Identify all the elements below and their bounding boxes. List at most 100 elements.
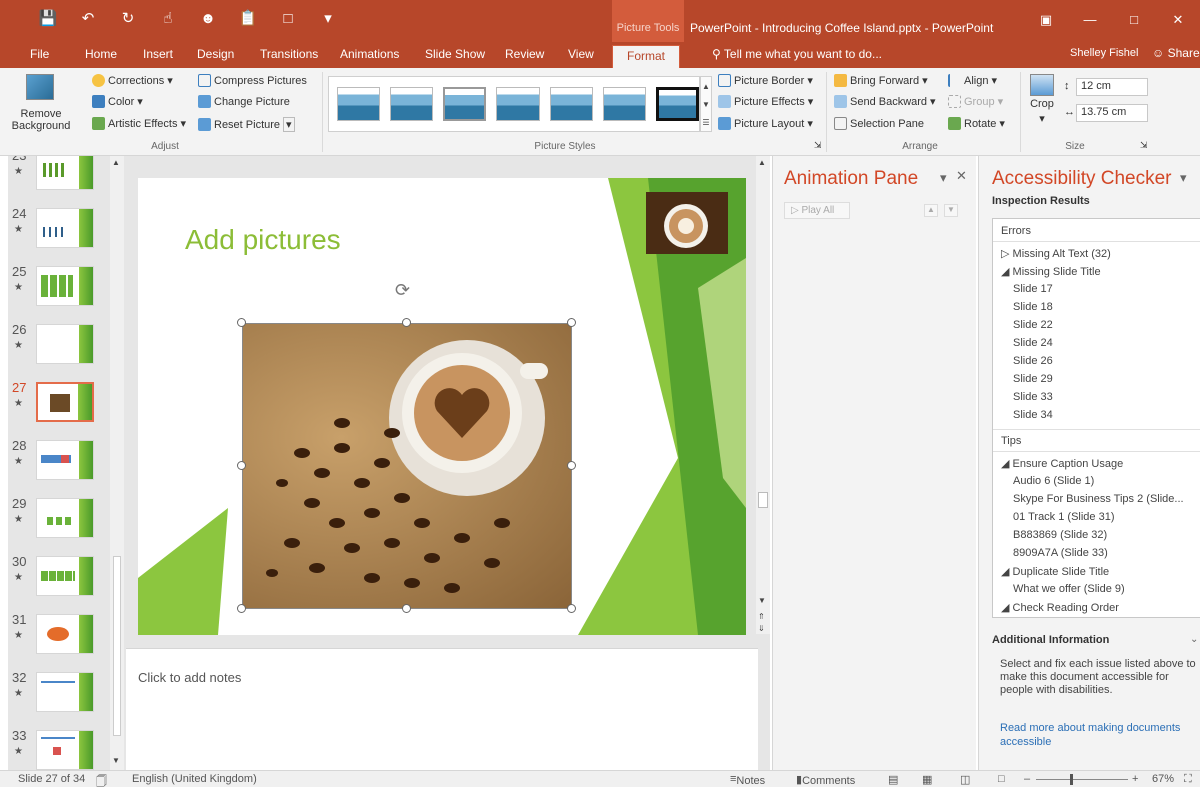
resize-handle-w[interactable] [237, 461, 246, 470]
resize-handle-e[interactable] [567, 461, 576, 470]
zoom-slider[interactable] [1036, 779, 1128, 780]
slide-sorter-icon[interactable]: ▦ [922, 773, 932, 786]
slide-title[interactable]: Add pictures [185, 224, 341, 256]
user-name[interactable]: Shelley Fishel [1070, 47, 1138, 59]
tell-me-box[interactable]: ⚲ Tell me what you want to do... [712, 47, 882, 61]
customize-icon[interactable]: ▾ [308, 6, 348, 30]
slide-thumbnail-29[interactable]: 29 ★ [8, 496, 108, 554]
collapse-icon[interactable]: ◢ [1001, 566, 1009, 578]
resize-handle-n[interactable] [402, 318, 411, 327]
redo-icon[interactable]: ↻ [108, 6, 148, 30]
scroll-up-icon[interactable]: ▲ [112, 158, 120, 167]
previous-slide-icon[interactable]: ⇑ [758, 612, 765, 621]
scroll-down-icon[interactable]: ▼ [112, 756, 120, 765]
duplicate-item[interactable]: What we offer (Slide 9) [1013, 583, 1125, 595]
notes-pane[interactable] [126, 648, 758, 770]
slide-thumbnail-28[interactable]: 28 ★ [8, 438, 108, 496]
normal-view-icon[interactable]: ▤ [888, 773, 898, 786]
share-button[interactable]: ☺ Share [1152, 46, 1200, 60]
compress-pictures-button[interactable]: Compress Pictures [198, 74, 307, 87]
missing-alt-text-item[interactable]: ▷ Missing Alt Text (32) [1001, 247, 1111, 260]
gallery-up-icon[interactable]: ▲ [702, 82, 710, 91]
slide-thumbnail-25[interactable]: 25 ★ [8, 264, 108, 322]
corrections-button[interactable]: Corrections ▾ [92, 74, 173, 87]
resize-handle-se[interactable] [567, 604, 576, 613]
pane-options-icon[interactable]: ▾ [940, 170, 947, 186]
scroll-thumb[interactable] [758, 492, 768, 508]
gallery-scroll[interactable]: ▲ ▼ ☰ [700, 76, 712, 132]
collapse-icon[interactable]: ◢ [1001, 266, 1009, 278]
issue-slide-item[interactable]: Slide 34 [1013, 409, 1053, 421]
picture-style-5[interactable] [549, 87, 593, 121]
issue-slide-item[interactable]: Slide 17 [1013, 283, 1053, 295]
slide-thumbnail-26[interactable]: 26 ★ [8, 322, 108, 380]
picture-styles-launcher-icon[interactable]: ⇲ [814, 140, 822, 151]
duplicate-title-item[interactable]: ◢ Duplicate Slide Title [1001, 565, 1109, 578]
tab-review[interactable]: Review [505, 47, 544, 61]
gallery-more-icon[interactable]: ☰ [702, 118, 709, 127]
tab-slide-show[interactable]: Slide Show [425, 47, 485, 61]
play-all-button[interactable]: ▷ Play All [784, 202, 850, 219]
caption-item[interactable]: Audio 6 (Slide 1) [1013, 475, 1094, 487]
picture-style-7[interactable] [655, 87, 700, 121]
caption-item[interactable]: Skype For Business Tips 2 (Slide... [1013, 493, 1184, 505]
comments-toggle[interactable]: ▮ Comments [796, 773, 855, 787]
slide-thumbnail-23[interactable]: 23 ★ [8, 156, 108, 206]
picture-style-6[interactable] [602, 87, 646, 121]
picture-style-2[interactable] [390, 87, 434, 121]
minimize-icon[interactable]: — [1068, 12, 1112, 28]
close-icon[interactable]: ✕ [1156, 12, 1200, 28]
touch-mode-icon[interactable]: ☝ [148, 6, 188, 30]
undo-icon[interactable]: ↶ [68, 6, 108, 30]
shape-height-input[interactable]: 12 cm [1076, 78, 1148, 96]
issue-slide-item[interactable]: Slide 26 [1013, 355, 1053, 367]
language-indicator[interactable]: English (United Kingdom) [132, 773, 257, 785]
chevron-down-icon[interactable]: ⌄ [1190, 634, 1198, 645]
resize-handle-nw[interactable] [237, 318, 246, 327]
spelling-icon[interactable]: 🗍 [96, 773, 107, 787]
reading-view-icon[interactable]: ◫ [960, 773, 970, 786]
pane-options-icon[interactable]: ▾ [1180, 170, 1187, 186]
slide-counter[interactable]: Slide 27 of 34 [18, 773, 85, 785]
slide-thumbnail-27[interactable]: 27 ★ [8, 380, 108, 438]
clipboard-icon[interactable]: 📋 [228, 6, 268, 30]
slide-thumbnail-33[interactable]: 33 ★ [8, 728, 108, 770]
slide-thumbnail-30[interactable]: 30 ★ [8, 554, 108, 612]
zoom-slider-thumb[interactable] [1070, 774, 1073, 785]
expand-icon[interactable]: ▷ [1001, 248, 1009, 260]
fit-to-window-icon[interactable]: ⛶ [1184, 773, 1192, 786]
reading-order-item[interactable]: ◢ Check Reading Order [1001, 601, 1119, 614]
picture-border-button[interactable]: Picture Border ▾ [718, 74, 813, 87]
tab-home[interactable]: Home [85, 47, 117, 61]
resize-handle-ne[interactable] [567, 318, 576, 327]
tab-transitions[interactable]: Transitions [260, 47, 318, 61]
caption-usage-item[interactable]: ◢ Ensure Caption Usage [1001, 457, 1123, 470]
issue-slide-item[interactable]: Slide 24 [1013, 337, 1053, 349]
zoom-out-icon[interactable]: – [1024, 773, 1030, 785]
tab-file[interactable]: File [30, 47, 49, 61]
zoom-level[interactable]: 67% [1152, 773, 1174, 785]
rotate-handle-icon[interactable]: ⟳ [395, 280, 410, 301]
reset-dropdown-icon[interactable]: ▾ [283, 117, 295, 132]
move-up-icon[interactable]: ▲ [924, 204, 938, 217]
tab-view[interactable]: View [568, 47, 594, 61]
slide-scrollbar[interactable]: ▲ ▼ ⇑ ⇓ [756, 156, 770, 634]
save-icon[interactable]: 💾 [28, 6, 68, 30]
gallery-down-icon[interactable]: ▼ [702, 100, 710, 109]
bring-forward-button[interactable]: Bring Forward ▾ [834, 74, 928, 87]
selection-pane-button[interactable]: Selection Pane [834, 117, 924, 130]
remove-background-button[interactable] [22, 74, 58, 100]
resize-handle-s[interactable] [402, 604, 411, 613]
send-backward-button[interactable]: Send Backward ▾ [834, 95, 936, 108]
presenter-icon[interactable]: ☻ [188, 6, 228, 30]
picture-style-1[interactable] [337, 87, 381, 121]
rotate-button[interactable]: Rotate ▾ [948, 117, 1005, 130]
picture-style-4[interactable] [496, 87, 540, 121]
new-doc-icon[interactable]: □ [268, 6, 308, 30]
remove-background-label[interactable]: Remove Background [4, 108, 78, 132]
caption-item[interactable]: 01 Track 1 (Slide 31) [1013, 511, 1115, 523]
tab-animations[interactable]: Animations [340, 47, 399, 61]
close-animation-pane-icon[interactable]: ✕ [956, 168, 967, 184]
collapse-icon[interactable]: ◢ [1001, 602, 1009, 614]
slide-thumbnail-32[interactable]: 32 ★ [8, 670, 108, 728]
